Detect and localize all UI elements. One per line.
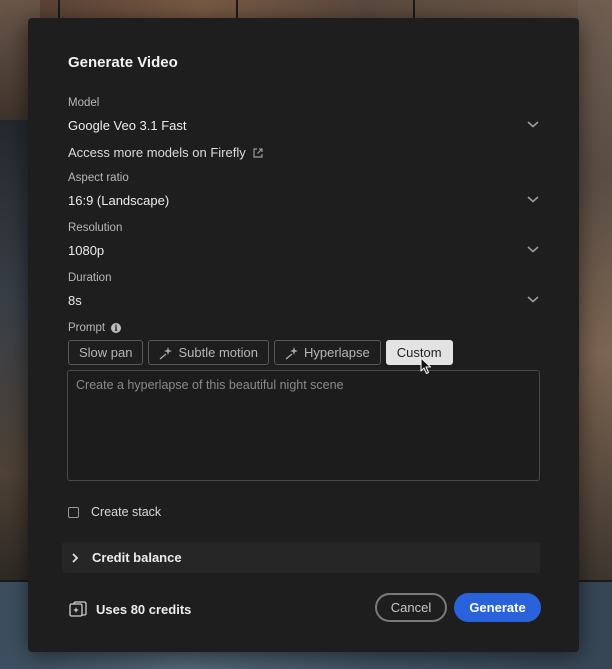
cancel-button[interactable]: Cancel (375, 593, 447, 622)
credits-usage-label: Uses 80 credits (96, 601, 192, 617)
preset-slow-pan[interactable]: Slow pan (68, 340, 144, 365)
create-stack-checkbox[interactable] (68, 506, 79, 518)
preset-label: Hyperlapse (303, 345, 370, 360)
external-link-icon (253, 147, 263, 158)
duration-label: Duration (68, 272, 112, 284)
create-stack-label: Create stack (91, 505, 162, 519)
credit-balance-label: Credit balance (92, 550, 182, 565)
background-photo-tile (40, 0, 580, 20)
aspect-ratio-label: Aspect ratio (68, 172, 129, 184)
background-photo-tile (578, 0, 612, 590)
credits-usage: Uses 80 credits (68, 601, 191, 617)
chevron-down-icon[interactable] (526, 194, 542, 206)
prompt-label-row: Prompt i (68, 322, 122, 334)
generate-video-dialog: Generate Video Model Google Veo 3.1 Fast… (28, 18, 579, 652)
mouse-pointer-icon (420, 357, 432, 375)
model-label: Model (68, 97, 100, 109)
model-select[interactable]: Google Veo 3.1 Fast (68, 118, 187, 133)
dialog-title: Generate Video (68, 54, 178, 71)
info-icon[interactable]: i (111, 322, 122, 333)
chevron-down-icon[interactable] (526, 244, 542, 256)
credit-balance-section[interactable]: Credit balance (62, 542, 540, 573)
tile-divider (58, 0, 60, 20)
tile-divider (236, 0, 238, 20)
resolution-select[interactable]: 1080p (68, 243, 104, 258)
credits-icon (69, 601, 87, 617)
tile-divider (413, 0, 415, 20)
prompt-label: Prompt (68, 322, 106, 334)
create-stack-row[interactable]: Create stack (68, 505, 161, 519)
aspect-ratio-select[interactable]: 16:9 (Landscape) (68, 193, 169, 208)
sparkle-icon (160, 346, 173, 360)
chevron-down-icon[interactable] (526, 294, 542, 306)
more-models-link[interactable]: Access more models on Firefly (68, 145, 264, 160)
preset-hyperlapse[interactable]: Hyperlapse (273, 340, 381, 365)
more-models-link-label[interactable]: Access more models on Firefly (68, 145, 246, 160)
preset-subtle-motion[interactable]: Subtle motion (148, 340, 269, 365)
preset-label: Slow pan (79, 345, 133, 360)
chevron-down-icon[interactable] (526, 119, 542, 131)
generate-button[interactable]: Generate (454, 593, 541, 622)
chevron-right-icon (72, 552, 79, 563)
prompt-textarea[interactable]: Create a hyperlapse of this beautiful ni… (67, 370, 540, 481)
sparkle-icon (285, 346, 298, 360)
preset-label: Subtle motion (178, 345, 258, 360)
duration-select[interactable]: 8s (68, 293, 82, 308)
resolution-label: Resolution (68, 222, 123, 234)
prompt-preset-group: Slow pan Subtle motion Hyperlapse Custom (68, 340, 453, 365)
